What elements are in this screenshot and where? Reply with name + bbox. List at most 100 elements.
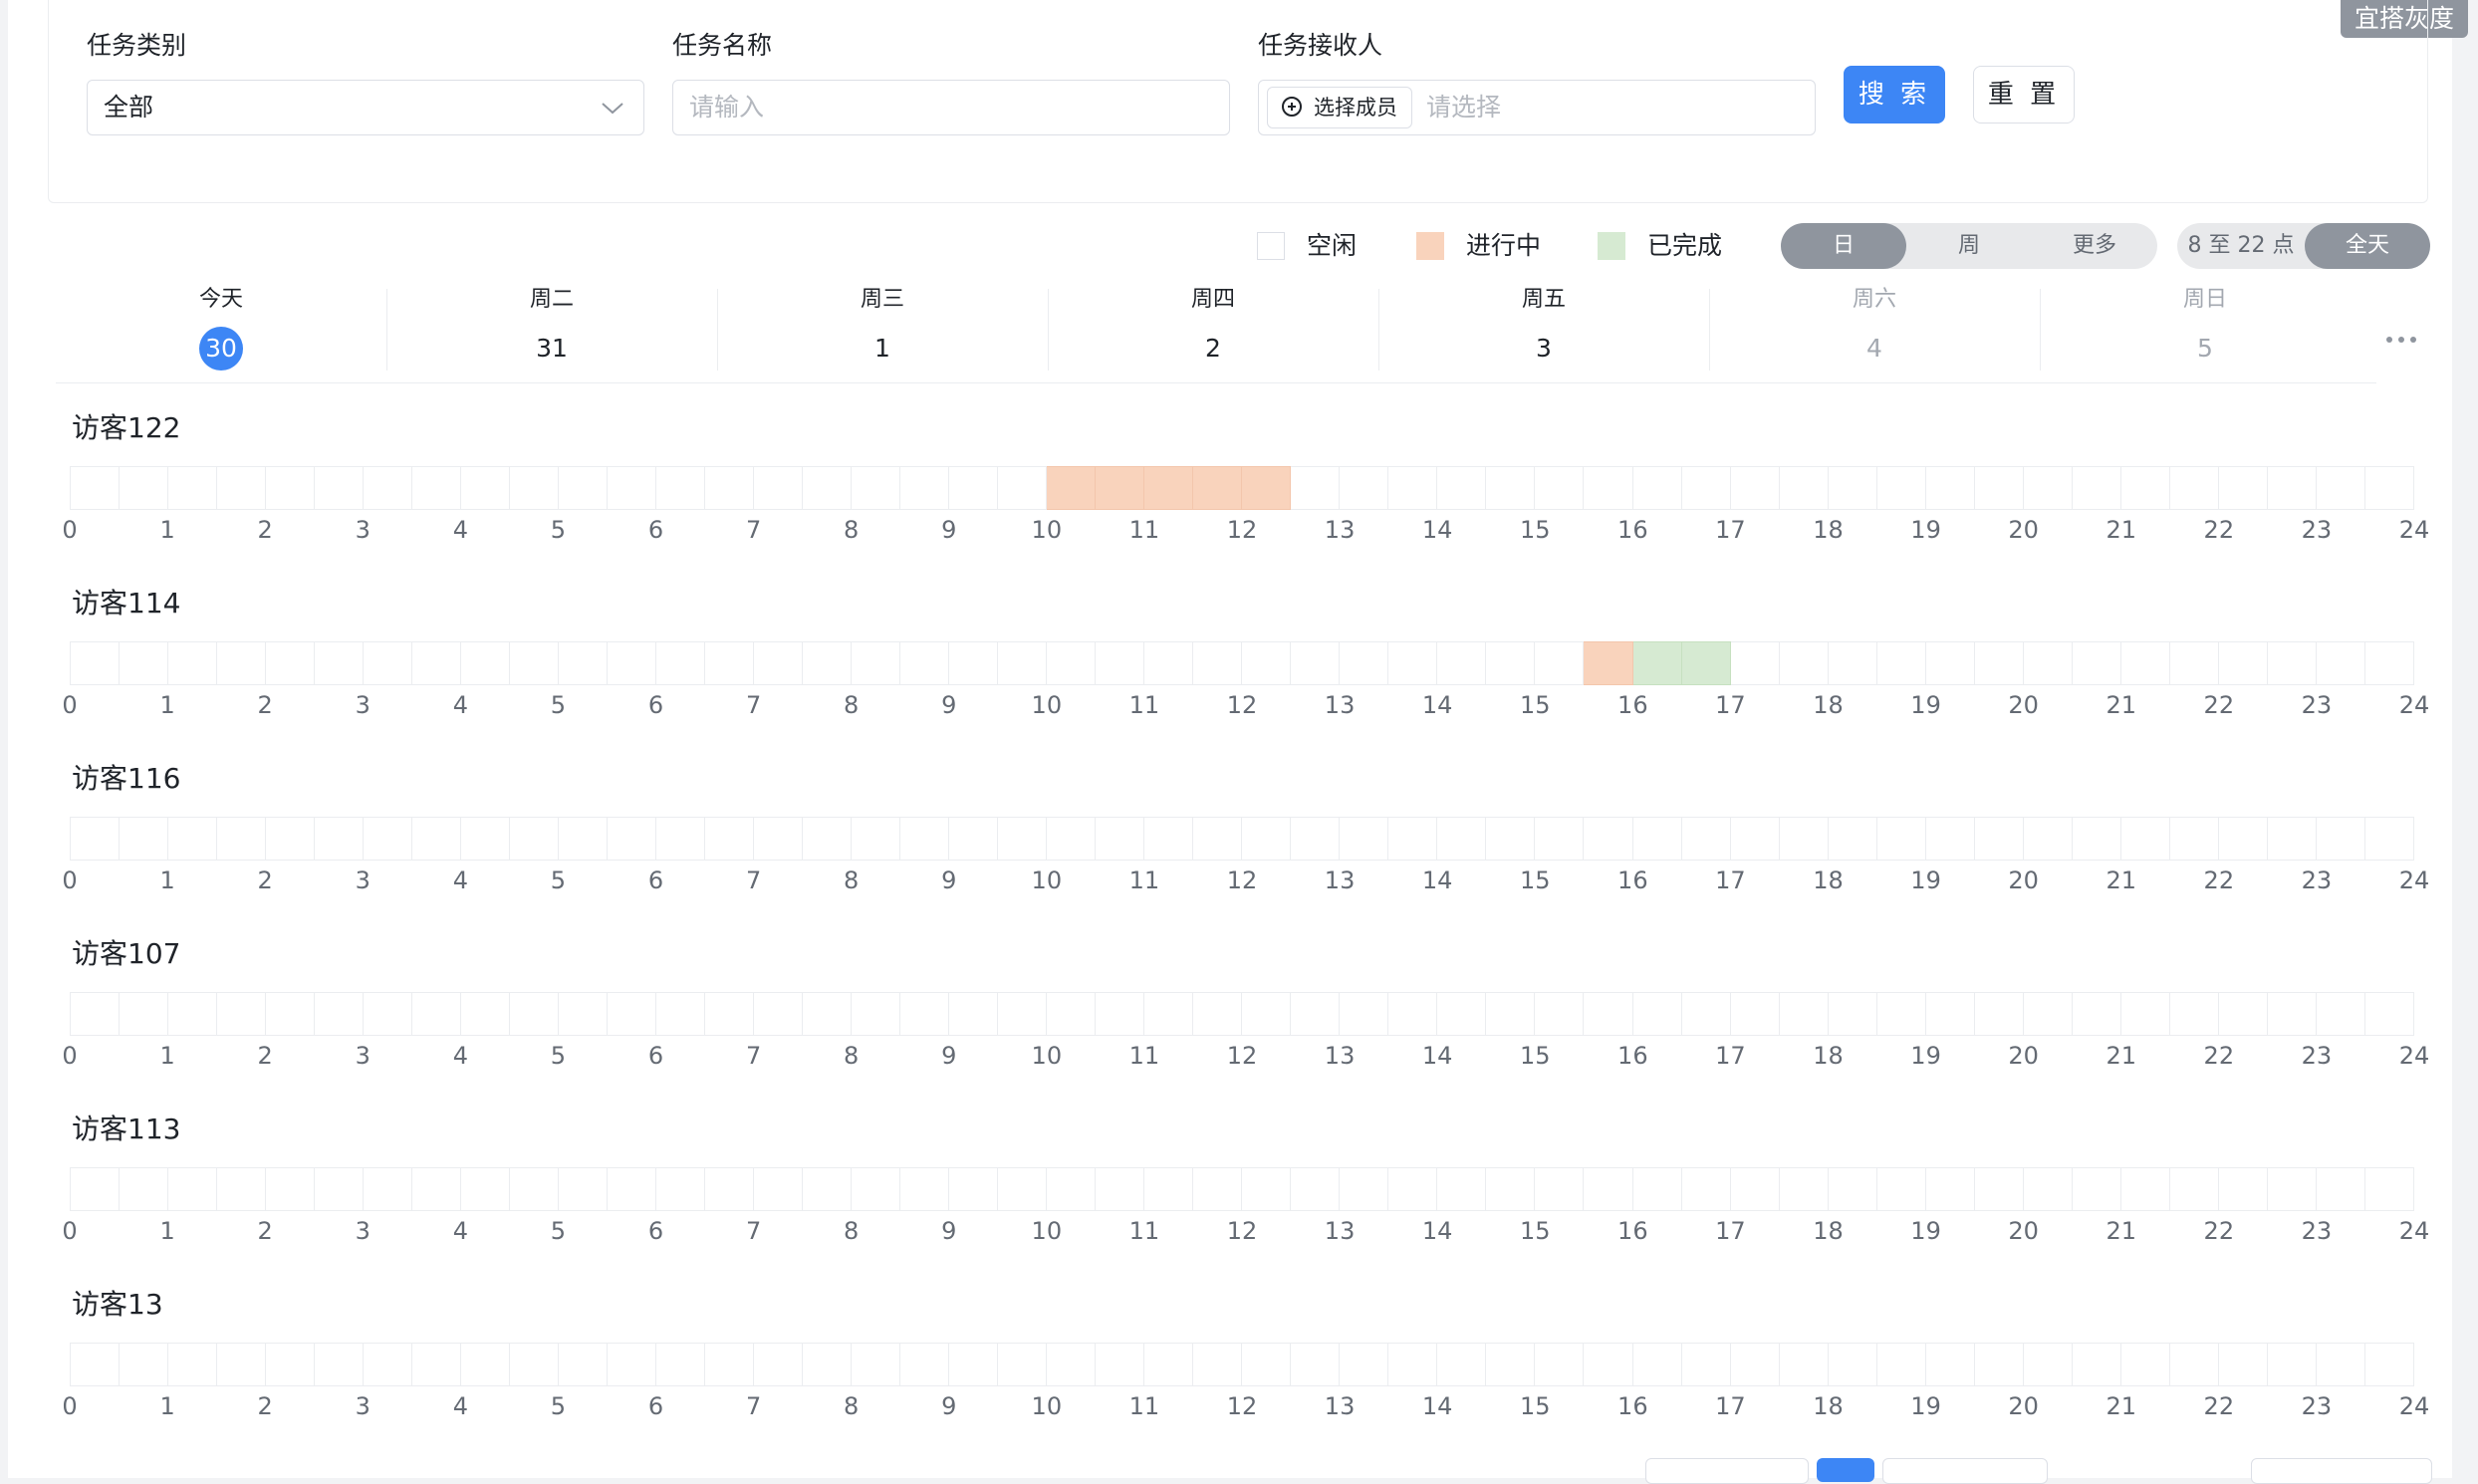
slot-idle[interactable]	[754, 1167, 804, 1211]
slot-idle[interactable]	[949, 817, 999, 861]
slot-idle[interactable]	[510, 641, 560, 685]
slot-idle[interactable]	[266, 466, 316, 510]
slot-idle[interactable]	[1681, 1343, 1731, 1386]
slot-idle[interactable]	[2023, 817, 2073, 861]
slot-idle[interactable]	[2072, 1343, 2121, 1386]
slot-idle[interactable]	[510, 1167, 560, 1211]
slot-idle[interactable]	[2218, 1343, 2268, 1386]
slot-idle[interactable]	[1828, 817, 1877, 861]
slot-idle[interactable]	[1584, 1167, 1633, 1211]
slot-idle[interactable]	[1047, 641, 1097, 685]
slot-in-progress[interactable]	[1096, 466, 1145, 510]
slot-idle[interactable]	[120, 992, 169, 1036]
slot-idle[interactable]	[315, 641, 365, 685]
slot-idle[interactable]	[1974, 992, 2024, 1036]
reset-button[interactable]: 重 置	[1973, 66, 2075, 124]
slot-idle[interactable]	[803, 641, 853, 685]
slot-idle[interactable]	[168, 1167, 218, 1211]
slot-idle[interactable]	[2120, 992, 2170, 1036]
slot-idle[interactable]	[412, 992, 462, 1036]
slot-idle[interactable]	[2364, 1167, 2414, 1211]
slot-idle[interactable]	[2169, 1167, 2219, 1211]
slot-idle[interactable]	[2267, 817, 2317, 861]
slot-idle[interactable]	[1779, 641, 1829, 685]
slot-idle[interactable]	[1974, 1167, 2024, 1211]
slot-idle[interactable]	[559, 466, 609, 510]
slot-idle[interactable]	[1925, 817, 1975, 861]
slot-idle[interactable]	[217, 992, 267, 1036]
slot-idle[interactable]	[1925, 641, 1975, 685]
slot-idle[interactable]	[998, 1343, 1048, 1386]
slot-idle[interactable]	[1974, 641, 2024, 685]
slot-idle[interactable]	[1974, 466, 2024, 510]
slot-idle[interactable]	[1632, 466, 1682, 510]
slot-idle[interactable]	[1437, 1167, 1487, 1211]
slot-idle[interactable]	[1828, 992, 1877, 1036]
slot-idle[interactable]	[2120, 817, 2170, 861]
day-tuesday[interactable]: 周二 31	[386, 285, 717, 371]
slot-idle[interactable]	[364, 1343, 413, 1386]
slot-idle[interactable]	[1144, 817, 1194, 861]
slot-idle[interactable]	[2364, 641, 2414, 685]
slot-idle[interactable]	[1193, 1167, 1243, 1211]
slot-idle[interactable]	[656, 466, 706, 510]
slot-idle[interactable]	[412, 1343, 462, 1386]
slot-idle[interactable]	[1047, 992, 1097, 1036]
slot-idle[interactable]	[949, 992, 999, 1036]
slot-idle[interactable]	[803, 1343, 853, 1386]
slot-idle[interactable]	[1144, 1167, 1194, 1211]
slot-idle[interactable]	[120, 1167, 169, 1211]
slot-idle[interactable]	[900, 466, 950, 510]
slot-idle[interactable]	[1242, 641, 1292, 685]
slot-idle[interactable]	[1632, 992, 1682, 1036]
slot-idle[interactable]	[2364, 1343, 2414, 1386]
view-mode-more[interactable]: 更多	[2032, 223, 2157, 269]
slot-idle[interactable]	[217, 1167, 267, 1211]
slot-idle[interactable]	[71, 817, 121, 861]
slot-idle[interactable]	[705, 466, 755, 510]
slot-idle[interactable]	[2218, 817, 2268, 861]
slot-idle[interactable]	[71, 992, 121, 1036]
slot-idle[interactable]	[1340, 1167, 1389, 1211]
slot-idle[interactable]	[510, 817, 560, 861]
day-friday[interactable]: 周五 3	[1378, 285, 1709, 371]
day-sunday[interactable]: 周日 5	[2040, 285, 2370, 371]
slot-idle[interactable]	[461, 992, 511, 1036]
slot-idle[interactable]	[1681, 466, 1731, 510]
slot-idle[interactable]	[852, 641, 901, 685]
slot-idle[interactable]	[754, 641, 804, 685]
slot-idle[interactable]	[1193, 992, 1243, 1036]
slot-idle[interactable]	[1291, 1167, 1341, 1211]
slot-idle[interactable]	[2120, 1343, 2170, 1386]
slot-idle[interactable]	[559, 817, 609, 861]
slot-idle[interactable]	[608, 992, 657, 1036]
slot-idle[interactable]	[559, 992, 609, 1036]
slot-idle[interactable]	[364, 817, 413, 861]
slot-idle[interactable]	[2169, 1343, 2219, 1386]
slot-idle[interactable]	[1291, 992, 1341, 1036]
slot-idle[interactable]	[1242, 992, 1292, 1036]
slot-idle[interactable]	[656, 817, 706, 861]
slot-idle[interactable]	[1632, 817, 1682, 861]
slot-idle[interactable]	[71, 641, 121, 685]
slot-idle[interactable]	[266, 641, 316, 685]
slot-idle[interactable]	[1779, 466, 1829, 510]
slot-idle[interactable]	[1144, 1343, 1194, 1386]
slot-idle[interactable]	[1925, 992, 1975, 1036]
slot-idle[interactable]	[1144, 992, 1194, 1036]
slot-idle[interactable]	[2023, 1343, 2073, 1386]
slot-idle[interactable]	[1242, 1167, 1292, 1211]
slot-idle[interactable]	[266, 817, 316, 861]
slot-idle[interactable]	[1876, 641, 1926, 685]
slot-done[interactable]	[1632, 641, 1682, 685]
slot-idle[interactable]	[1535, 1167, 1585, 1211]
slot-idle[interactable]	[1096, 641, 1145, 685]
slot-idle[interactable]	[656, 992, 706, 1036]
slot-idle[interactable]	[1096, 992, 1145, 1036]
slot-idle[interactable]	[2267, 992, 2317, 1036]
slot-idle[interactable]	[1047, 817, 1097, 861]
slot-idle[interactable]	[315, 1167, 365, 1211]
slot-idle[interactable]	[364, 992, 413, 1036]
slot-idle[interactable]	[2267, 1167, 2317, 1211]
slot-idle[interactable]	[266, 1167, 316, 1211]
